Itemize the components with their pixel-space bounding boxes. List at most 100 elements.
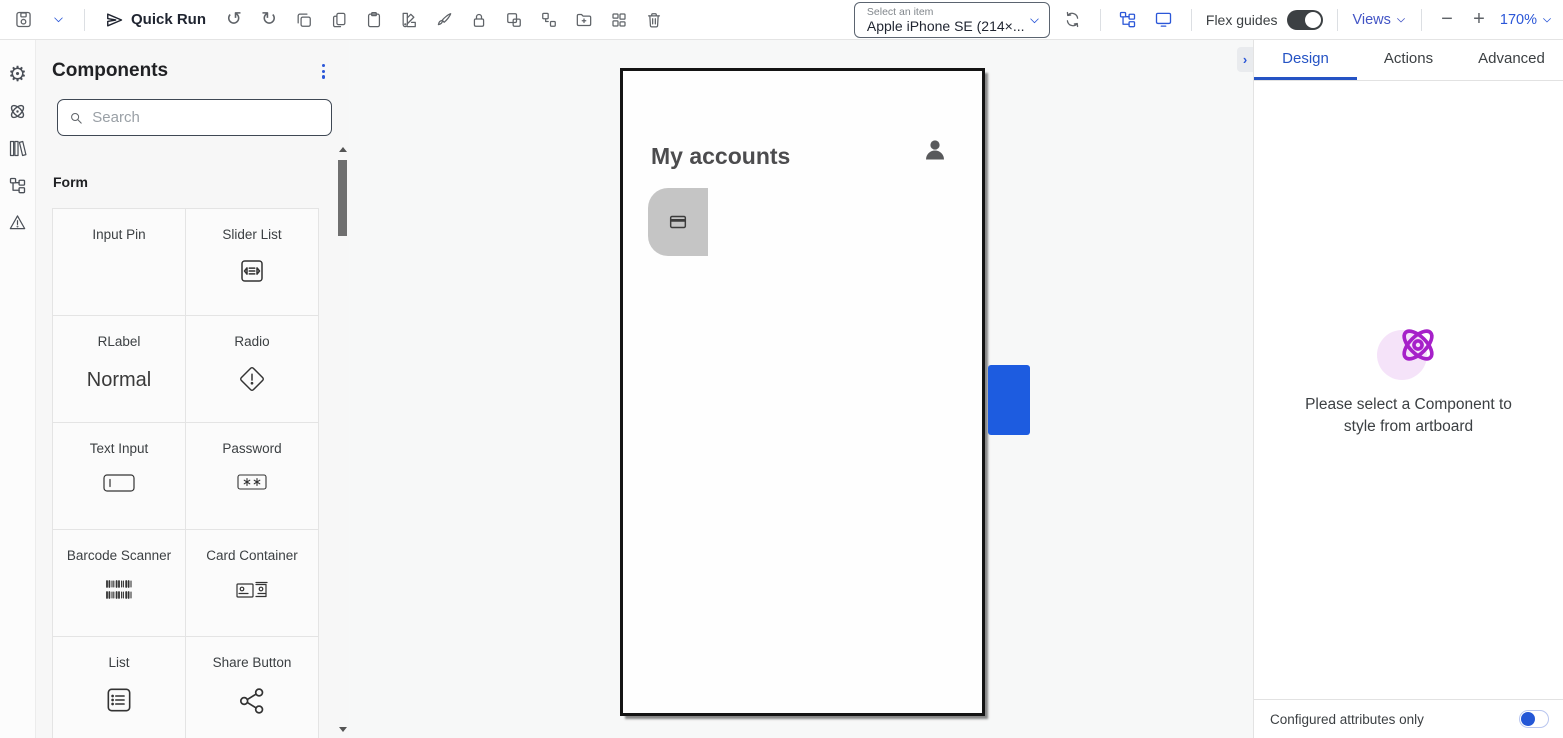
tree-view-button[interactable]: [1115, 7, 1141, 33]
group-icon: [504, 10, 524, 30]
scroll-down-arrow[interactable]: [339, 727, 347, 732]
chevron-down-icon: [52, 13, 65, 26]
account-tile[interactable]: [648, 188, 708, 256]
toolbar-divider: [1337, 9, 1338, 31]
component-item-list[interactable]: List: [53, 637, 186, 738]
rail-settings-button[interactable]: ⚙: [6, 62, 30, 86]
form-section-label: Form: [53, 174, 88, 190]
components-atom-icon: [7, 101, 28, 122]
components-search: [57, 99, 332, 136]
component-item-text-input[interactable]: Text Input: [53, 423, 186, 530]
copy-button[interactable]: [291, 7, 317, 33]
dragged-component-rect[interactable]: [988, 365, 1030, 435]
components-scrollbar[interactable]: [337, 145, 349, 738]
lock-icon: [469, 10, 489, 30]
component-item-barcode-scanner[interactable]: Barcode Scanner: [53, 530, 186, 637]
chevron-down-icon: [1541, 14, 1553, 26]
preview-monitor-button[interactable]: [1151, 7, 1177, 33]
duplicate-button[interactable]: [326, 7, 352, 33]
component-item-radio[interactable]: Radio: [186, 316, 319, 423]
rail-library-button[interactable]: [6, 136, 30, 160]
flex-guides-toggle[interactable]: [1287, 10, 1323, 30]
add-folder-button[interactable]: [571, 7, 597, 33]
rail-tree-button[interactable]: [6, 173, 30, 197]
quick-run-button[interactable]: Quick Run: [98, 7, 212, 33]
save-icon: [13, 9, 34, 30]
artboard-screen-title[interactable]: My accounts: [651, 143, 790, 170]
scrollbar-thumb[interactable]: [338, 160, 347, 236]
redo-button[interactable]: ↻: [256, 7, 282, 33]
component-label: Password: [222, 441, 281, 456]
list-icon: [103, 684, 135, 716]
tab-label: Actions: [1384, 50, 1433, 67]
tab-label: Design: [1282, 50, 1329, 67]
zoom-out-button[interactable]: −: [1436, 8, 1458, 31]
password-icon: [235, 470, 269, 494]
paste-button[interactable]: [361, 7, 387, 33]
warning-triangle-icon: [7, 212, 28, 233]
rail-components-button[interactable]: [6, 99, 30, 123]
duplicate-icon: [329, 10, 349, 30]
rlabel-preview-text: Normal: [87, 369, 151, 392]
component-item-card-container[interactable]: Card Container: [186, 530, 319, 637]
tab-actions[interactable]: Actions: [1357, 40, 1460, 80]
device-selector-label: Select an item: [867, 6, 1025, 18]
configured-attributes-toggle[interactable]: [1519, 710, 1549, 728]
components-menu-button[interactable]: [318, 60, 329, 83]
search-icon: [68, 109, 84, 127]
save-options-button[interactable]: [45, 7, 71, 33]
toolbar-divider: [1421, 9, 1422, 31]
lock-button[interactable]: [466, 7, 492, 33]
paste-icon: [364, 10, 384, 30]
left-icon-rail: ⚙: [0, 40, 36, 738]
tab-advanced[interactable]: Advanced: [1460, 40, 1563, 80]
components-search-input[interactable]: [92, 109, 321, 126]
layout-button[interactable]: [606, 7, 632, 33]
components-panel: Components Form Input Pin Slider List RL…: [36, 40, 349, 738]
quick-run-label: Quick Run: [131, 11, 206, 28]
views-dropdown[interactable]: Views: [1352, 12, 1406, 28]
person-icon[interactable]: [920, 135, 950, 170]
top-toolbar: Quick Run ↺ ↻: [0, 0, 1563, 40]
component-item-password[interactable]: Password: [186, 423, 319, 530]
delete-button[interactable]: [641, 7, 667, 33]
undo-button[interactable]: ↺: [221, 7, 247, 33]
empty-state-message: Please select a Component to style from …: [1304, 394, 1514, 438]
tab-design[interactable]: Design: [1254, 40, 1357, 80]
slider-list-icon: [237, 256, 267, 286]
save-button[interactable]: [10, 7, 36, 33]
zoom-level-dropdown[interactable]: 170%: [1500, 12, 1553, 28]
component-item-rlabel[interactable]: RLabel Normal: [53, 316, 186, 423]
phone-artboard[interactable]: My accounts: [620, 68, 985, 716]
device-selector-value: Apple iPhone SE (214×...: [867, 18, 1025, 34]
rail-warnings-button[interactable]: [6, 210, 30, 234]
component-label: Share Button: [213, 655, 292, 670]
redo-icon: ↻: [261, 10, 277, 29]
zoom-in-button[interactable]: +: [1468, 8, 1490, 31]
settings-icon: ⚙: [8, 64, 27, 85]
toolbar-divider: [1100, 9, 1101, 31]
panel-collapse-button[interactable]: ›: [1237, 47, 1253, 72]
component-item-slider-list[interactable]: Slider List: [186, 209, 319, 316]
configured-attributes-label: Configured attributes only: [1270, 712, 1424, 727]
undo-icon: ↺: [226, 10, 242, 29]
library-icon: [7, 138, 28, 159]
canvas[interactable]: My accounts ›: [349, 40, 1253, 738]
sync-button[interactable]: [1060, 7, 1086, 33]
run-icon: [104, 10, 124, 30]
device-selector[interactable]: Select an item Apple iPhone SE (214×...: [854, 2, 1050, 38]
scroll-up-arrow[interactable]: [339, 147, 347, 152]
style-brush-button[interactable]: [431, 7, 457, 33]
components-panel-title: Components: [52, 60, 168, 82]
sync-icon: [1062, 9, 1083, 30]
group-button[interactable]: [501, 7, 527, 33]
theme-button[interactable]: [396, 7, 422, 33]
component-item-input-pin[interactable]: Input Pin: [53, 209, 186, 316]
component-label: Slider List: [222, 227, 281, 242]
component-item-share-button[interactable]: Share Button: [186, 637, 319, 738]
ungroup-button[interactable]: [536, 7, 562, 33]
toolbar-divider: [1191, 9, 1192, 31]
text-input-icon: [102, 470, 136, 496]
toolbar-divider: [84, 9, 85, 31]
component-label: RLabel: [98, 334, 141, 349]
